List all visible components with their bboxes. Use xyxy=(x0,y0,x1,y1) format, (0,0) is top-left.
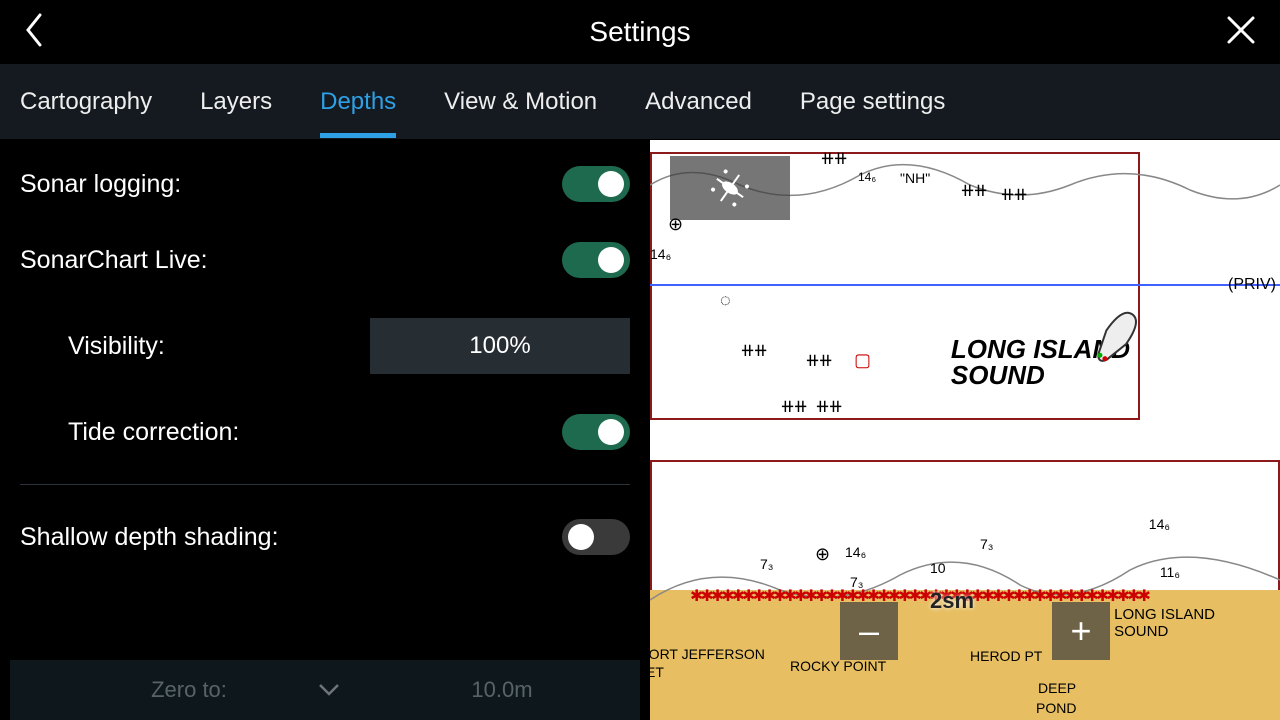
tab-cartography[interactable]: Cartography xyxy=(20,68,152,136)
nh-label: "NH" xyxy=(900,170,930,186)
depth-label: 14₆ xyxy=(845,544,866,560)
depth-contour-line xyxy=(650,284,1280,286)
tide-correction-toggle[interactable] xyxy=(562,414,630,450)
shallow-depth-toggle[interactable] xyxy=(562,519,630,555)
row-zero-to: Zero to: 10.0m xyxy=(10,660,640,720)
divider xyxy=(20,484,630,485)
row-tide-correction: Tide correction: xyxy=(20,408,630,456)
depth-label: 11₆ xyxy=(1160,564,1180,580)
chart-preview[interactable]: LONG ISLANDSOUND (PRIV) "NH" 14₆ 14₆ 14₆… xyxy=(650,140,1280,720)
depth-label: 14₆ xyxy=(858,170,876,184)
priv-label: (PRIV) xyxy=(1228,276,1276,294)
place-label: 'ORT JEFFERSON xyxy=(650,646,765,662)
shallow-depth-label: Shallow depth shading: xyxy=(20,523,279,552)
settings-panel: Sonar logging: SonarChart Live: Visibili… xyxy=(0,140,650,720)
visibility-label: Visibility: xyxy=(68,332,165,361)
depth-label: 10 xyxy=(930,560,946,576)
header-bar: Settings xyxy=(0,0,1280,64)
sonar-logging-label: Sonar logging: xyxy=(20,170,181,199)
row-sonarchart-live: SonarChart Live: xyxy=(20,236,630,284)
depth-label: 7₃ xyxy=(760,556,774,572)
zoom-in-button[interactable]: + xyxy=(1052,602,1110,660)
page-title: Settings xyxy=(589,16,690,48)
zero-to-label: Zero to: xyxy=(151,677,227,703)
zoom-out-button[interactable]: – xyxy=(840,602,898,660)
depth-label: 14₆ xyxy=(1149,516,1170,532)
tide-correction-label: Tide correction: xyxy=(68,418,239,447)
tab-view-motion[interactable]: View & Motion xyxy=(444,68,597,136)
region-label-2: LONG ISLANDSOUND xyxy=(1114,606,1215,640)
tab-page-settings[interactable]: Page settings xyxy=(800,68,945,136)
place-label: ET xyxy=(650,664,664,680)
place-label: POND xyxy=(1036,700,1076,716)
tab-advanced[interactable]: Advanced xyxy=(645,68,752,136)
back-button[interactable] xyxy=(24,13,44,52)
row-sonar-logging: Sonar logging: xyxy=(20,160,630,208)
close-button[interactable] xyxy=(1226,15,1256,50)
scale-label: 2sm xyxy=(930,588,974,614)
depth-label: 7₃ xyxy=(980,536,994,552)
row-visibility: Visibility: 100% xyxy=(20,312,630,380)
place-label: DEEP xyxy=(1038,680,1076,696)
place-label: HEROD PT xyxy=(970,648,1042,664)
sonarchart-live-toggle[interactable] xyxy=(562,242,630,278)
zero-to-dropdown[interactable]: Zero to: xyxy=(18,668,360,712)
tab-bar: Cartography Layers Depths View & Motion … xyxy=(0,64,1280,140)
tab-depths[interactable]: Depths xyxy=(320,68,396,136)
compass-icon xyxy=(670,156,790,220)
row-shallow-depth: Shallow depth shading: xyxy=(20,513,630,561)
tab-layers[interactable]: Layers xyxy=(200,68,272,136)
depth-label: 14₆ xyxy=(650,246,671,262)
sonarchart-live-label: SonarChart Live: xyxy=(20,246,208,275)
chevron-down-icon xyxy=(318,677,340,703)
visibility-value[interactable]: 100% xyxy=(370,318,630,374)
sonar-logging-toggle[interactable] xyxy=(562,166,630,202)
zero-to-value[interactable]: 10.0m xyxy=(372,668,632,712)
place-label: ROCKY POINT xyxy=(790,658,886,674)
